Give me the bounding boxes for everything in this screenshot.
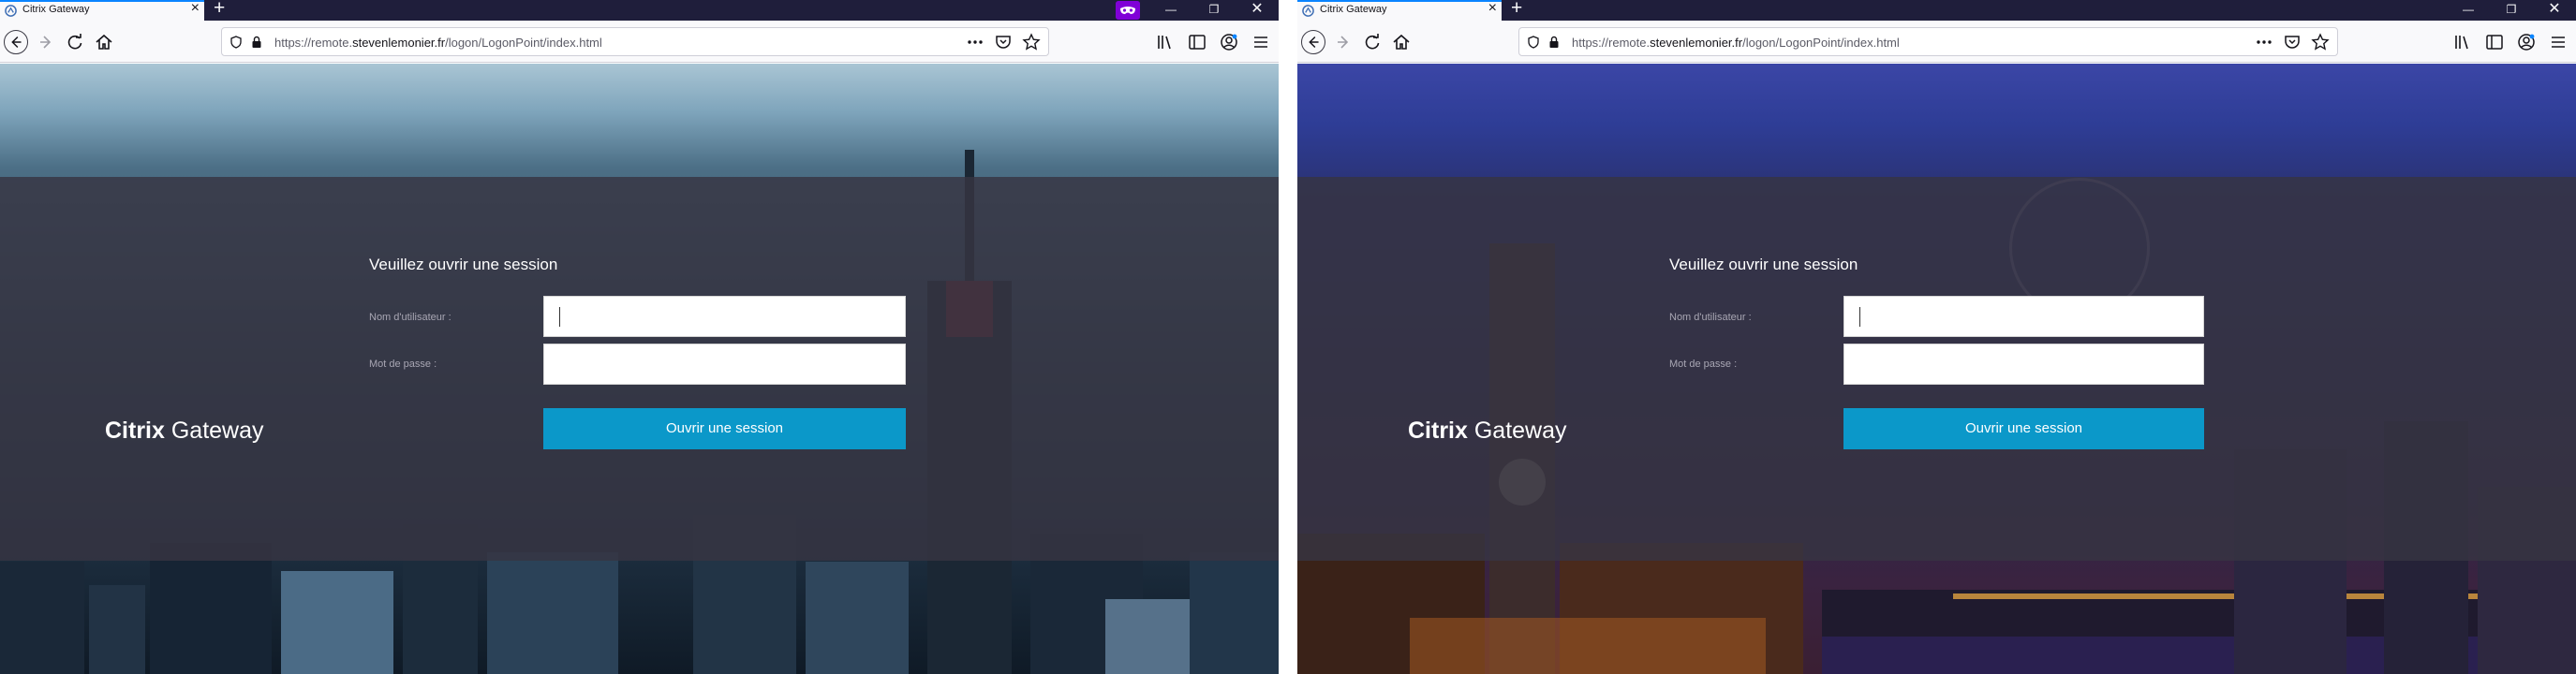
window-minimize-icon[interactable]: —: [1149, 0, 1192, 21]
skyline-building: [89, 585, 145, 674]
skyline-building: [0, 562, 84, 674]
login-title: Veuillez ouvrir une session: [369, 256, 558, 273]
pocket-icon[interactable]: [2283, 33, 2302, 51]
citrix-login-page: Citrix Gateway Veuillez ouvrir une sessi…: [0, 64, 1279, 674]
address-bar-actions: [2255, 32, 2330, 52]
logon-button[interactable]: Ouvrir une session: [1843, 408, 2204, 449]
window-close-icon[interactable]: ✕: [2533, 0, 2576, 21]
star-bookmark-icon[interactable]: [1022, 33, 1041, 51]
toolbar-right-icons: [1155, 32, 1279, 52]
window-restore-icon[interactable]: ❐: [2490, 0, 2533, 21]
tab-title: Citrix Gateway: [1320, 4, 1387, 15]
citrix-favicon-icon: [1302, 5, 1314, 17]
url-text[interactable]: https://remote.stevenlemonier.fr/logon/L…: [274, 36, 602, 50]
forward-arrow-icon[interactable]: [36, 32, 56, 52]
more-dots-icon[interactable]: [966, 33, 985, 51]
logon-button[interactable]: Ouvrir une session: [543, 408, 906, 449]
address-bar[interactable]: https://remote.stevenlemonier.fr/logon/L…: [221, 27, 1049, 56]
text-caret: [559, 307, 560, 327]
username-input[interactable]: [1843, 296, 2204, 337]
lock-icon[interactable]: [1547, 36, 1561, 49]
navigation-toolbar: https://remote.stevenlemonier.fr/logon/L…: [1297, 21, 2576, 63]
reload-icon[interactable]: [65, 32, 85, 52]
toolbar-right-icons: [2452, 32, 2576, 52]
window-minimize-icon[interactable]: —: [2447, 0, 2490, 21]
sidebar-icon[interactable]: [1187, 32, 1207, 52]
tab-close-icon[interactable]: ×: [191, 0, 200, 17]
password-input[interactable]: [1843, 344, 2204, 385]
new-tab-plus-icon[interactable]: +: [214, 0, 225, 20]
tab-strip: Citrix Gateway × + — ❐ ✕: [1297, 0, 2576, 21]
pocket-icon[interactable]: [994, 33, 1013, 51]
tab-citrix-gateway[interactable]: Citrix Gateway ×: [1297, 0, 1502, 21]
hamburger-menu-icon[interactable]: [2548, 32, 2569, 52]
account-icon[interactable]: [1219, 32, 1239, 52]
tracking-shield-icon[interactable]: [229, 36, 243, 49]
text-caret: [1859, 307, 1860, 327]
back-arrow-icon[interactable]: [1301, 30, 1325, 54]
skyline-building: [1105, 599, 1190, 674]
password-input[interactable]: [543, 344, 906, 385]
home-icon[interactable]: [1391, 32, 1412, 52]
password-label: Mot de passe :: [369, 359, 437, 370]
browser-window-left: Citrix Gateway × + — ❐ ✕ https://remote.…: [0, 0, 1279, 674]
library-icon[interactable]: [2452, 32, 2473, 52]
skyline-building: [281, 571, 393, 674]
reload-icon[interactable]: [1362, 32, 1383, 52]
browser-window-right: Citrix Gateway × + — ❐ ✕ https://remote.…: [1297, 0, 2576, 674]
login-title: Veuillez ouvrir une session: [1669, 256, 1858, 273]
citrix-login-page: Citrix Gateway Veuillez ouvrir une sessi…: [1297, 64, 2576, 674]
citrix-gateway-logo: Citrix Gateway: [1408, 418, 1567, 444]
navigation-toolbar: https://remote.stevenlemonier.fr/logon/L…: [0, 21, 1279, 63]
forward-arrow-icon[interactable]: [1333, 32, 1354, 52]
citrix-gateway-logo: Citrix Gateway: [105, 418, 264, 444]
address-bar-actions: [966, 32, 1041, 52]
new-tab-plus-icon[interactable]: +: [1511, 0, 1522, 20]
tab-title: Citrix Gateway: [22, 4, 90, 15]
star-bookmark-icon[interactable]: [2311, 33, 2330, 51]
private-browsing-mask-icon: [1116, 1, 1140, 20]
address-bar[interactable]: https://remote.stevenlemonier.fr/logon/L…: [1518, 27, 2338, 56]
library-icon[interactable]: [1155, 32, 1176, 52]
skyline-building: [1190, 552, 1279, 674]
window-close-icon[interactable]: ✕: [1236, 0, 1279, 21]
skyline-building: [150, 543, 272, 674]
window-restore-icon[interactable]: ❐: [1192, 0, 1236, 21]
hamburger-menu-icon[interactable]: [1251, 32, 1271, 52]
tab-close-icon[interactable]: ×: [1488, 0, 1497, 17]
more-dots-icon[interactable]: [2255, 33, 2273, 51]
skyline-building: [487, 552, 618, 674]
password-label: Mot de passe :: [1669, 359, 1738, 370]
account-icon[interactable]: [2516, 32, 2537, 52]
lock-icon[interactable]: [250, 36, 263, 49]
window-gap: [1279, 0, 1297, 674]
citrix-favicon-icon: [5, 5, 17, 17]
tab-citrix-gateway[interactable]: Citrix Gateway ×: [0, 0, 204, 21]
skyline-building: [806, 562, 909, 674]
home-icon[interactable]: [94, 32, 114, 52]
parliament-lights: [1410, 618, 1766, 674]
username-label: Nom d'utilisateur :: [369, 312, 452, 323]
sidebar-icon[interactable]: [2484, 32, 2505, 52]
tracking-shield-icon[interactable]: [1527, 36, 1540, 49]
username-label: Nom d'utilisateur :: [1669, 312, 1752, 323]
tab-strip: Citrix Gateway × + — ❐ ✕: [0, 0, 1279, 21]
back-arrow-icon[interactable]: [4, 30, 28, 54]
username-input[interactable]: [543, 296, 906, 337]
url-text[interactable]: https://remote.stevenlemonier.fr/logon/L…: [1572, 36, 1900, 50]
